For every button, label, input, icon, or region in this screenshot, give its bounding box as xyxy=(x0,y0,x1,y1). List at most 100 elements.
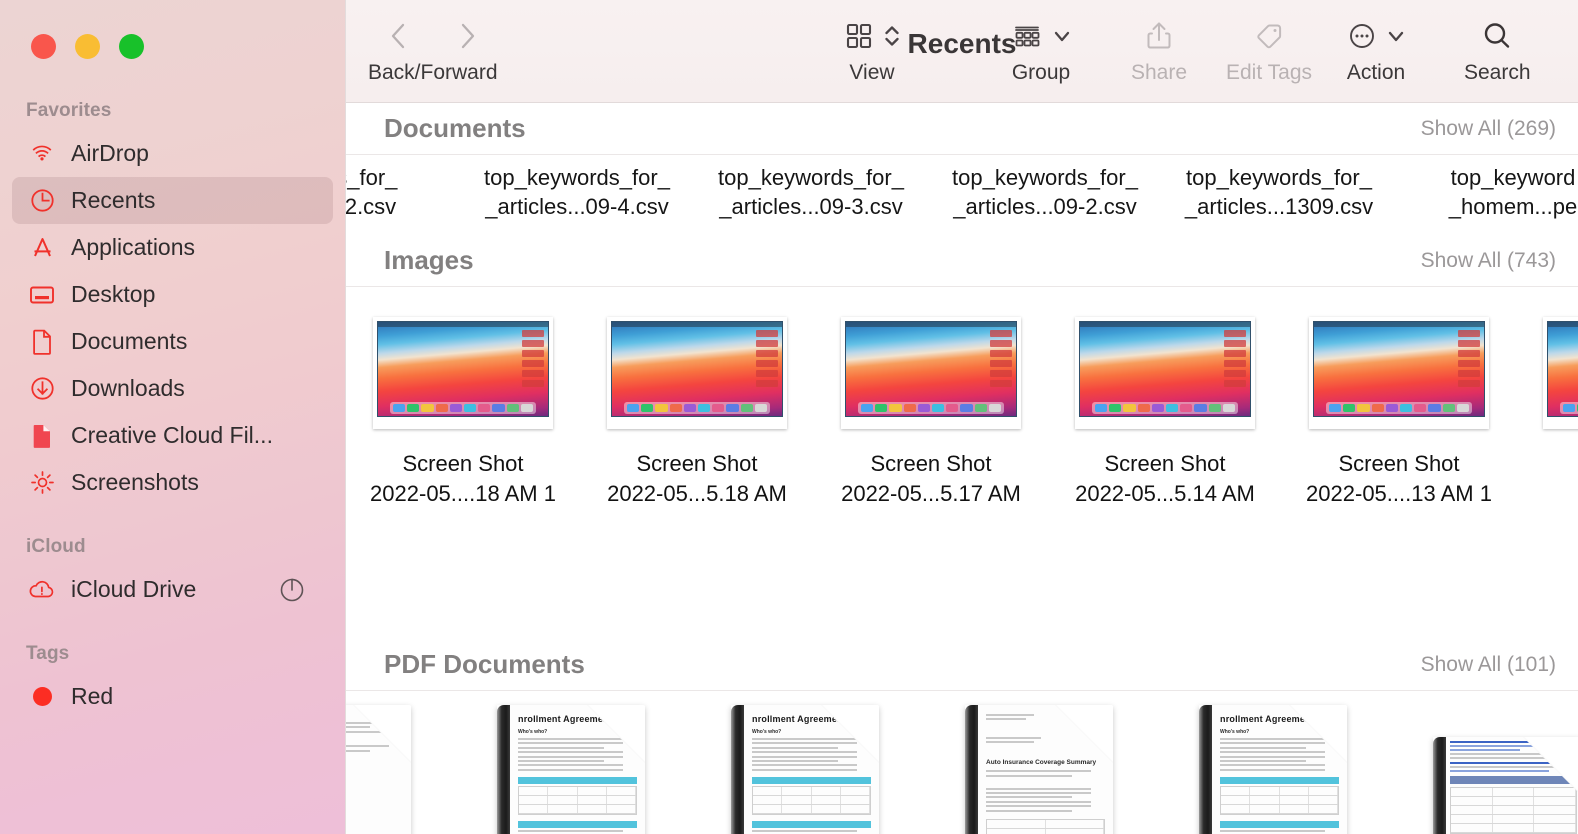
back-forward-label: Back/Forward xyxy=(368,61,498,84)
group-control[interactable]: Group xyxy=(1010,10,1072,83)
sidebar-item-icloud-drive[interactable]: iCloud Drive xyxy=(12,566,333,613)
screenshot-thumbnail[interactable] xyxy=(1309,317,1489,429)
zoom-button[interactable] xyxy=(119,34,144,59)
list-item[interactable]: top_keyword _homem...pe xyxy=(1396,163,1578,221)
file-name-line1: Screen Shot xyxy=(402,451,524,476)
list-item[interactable]: top_keywords_for_ _articles...09-3.csv xyxy=(694,163,928,221)
close-button[interactable] xyxy=(31,34,56,59)
sidebar-item-label: Red xyxy=(71,683,114,709)
icloud-warning-icon xyxy=(26,575,58,605)
pdf-thumbnail[interactable]: nrollment Agreement Who's who? xyxy=(1199,705,1347,834)
file-caption: Screen Shot 2022-05...5.17 AM xyxy=(841,449,1021,510)
pdf-thumbnail[interactable] xyxy=(346,705,411,834)
action-control[interactable]: Action xyxy=(1346,10,1406,83)
macos-wallpaper-preview xyxy=(1547,321,1578,417)
pdf-thumbnail[interactable]: nrollment Agreement Who's who? xyxy=(731,705,879,834)
list-item[interactable]: top_keywords_for_ _articles...09-2.csv xyxy=(928,163,1162,221)
minimize-button[interactable] xyxy=(75,34,100,59)
sidebar-item-label: Screenshots xyxy=(71,469,199,495)
sidebar-item-tag-red[interactable]: Red xyxy=(12,673,333,720)
macos-wallpaper-preview xyxy=(611,321,783,417)
sidebar-item-label: Documents xyxy=(71,328,188,354)
pdf-spine xyxy=(731,705,744,834)
grid-view-icon xyxy=(846,23,872,49)
sidebar-item-label: Recents xyxy=(71,187,156,213)
screenshot-thumbnail[interactable] xyxy=(1075,317,1255,429)
list-item[interactable]: Screen Shot 2022-05....13 AM 1 xyxy=(1282,309,1516,510)
file-caption: Screen Shot 2022-05....18 AM 1 xyxy=(370,449,556,510)
action-ellipsis-icon xyxy=(1350,24,1374,48)
sidebar-item-creative-cloud-files[interactable]: Creative Cloud Fil... xyxy=(12,412,333,459)
pdf-thumbnail[interactable]: Auto Insurance Coverage Summary xyxy=(965,705,1113,834)
tag-dot-icon xyxy=(26,682,58,712)
sidebar-item-recents[interactable]: Recents xyxy=(12,177,333,224)
list-item[interactable]: nrollment Agreement Who's who? xyxy=(454,705,688,834)
action-label: Action xyxy=(1346,61,1406,84)
show-all-images-link[interactable]: Show All (743) xyxy=(1421,249,1556,273)
macos-wallpaper-preview xyxy=(845,321,1017,417)
show-all-documents-link[interactable]: Show All (269) xyxy=(1421,117,1556,141)
sidebar-group-icloud-title: iCloud xyxy=(26,536,86,557)
edit-tags-control[interactable]: Edit Tags xyxy=(1226,10,1312,83)
images-row[interactable]: Screen Shot 2022-05....18 AM 1 Screen Sh… xyxy=(346,287,1578,639)
group-label: Group xyxy=(1011,61,1071,84)
list-item[interactable]: nrollment Agreement Who's who? xyxy=(688,705,922,834)
list-item[interactable]: words_for_ ...ld_-2.csv xyxy=(346,163,460,221)
pdf-thumbnail[interactable] xyxy=(1433,737,1578,834)
applications-icon xyxy=(26,233,58,263)
list-item[interactable] xyxy=(346,705,454,834)
file-name-line2: _articles...09-4.csv xyxy=(485,194,669,220)
file-name-line2: 2022-05...5.18 AM xyxy=(607,481,787,507)
list-item[interactable]: Auto Insurance Coverage Summary xyxy=(922,705,1156,834)
file-name-line1: Screen Shot xyxy=(1338,451,1460,476)
list-item[interactable] xyxy=(1390,705,1578,834)
file-caption: Screen Shot 2022-05....13 AM 1 xyxy=(1306,449,1492,510)
list-item[interactable]: nrollment Agreement Who's who? xyxy=(1156,705,1390,834)
documents-row[interactable]: words_for_ ...ld_-2.csv top_keywords_for… xyxy=(346,155,1578,235)
search-icon xyxy=(1485,23,1510,48)
edit-tags-label: Edit Tags xyxy=(1226,61,1312,84)
edit-tags-glyphs xyxy=(1252,10,1286,62)
screenshot-thumbnail[interactable] xyxy=(607,317,787,429)
file-name-line2: _articles...09-2.csv xyxy=(953,194,1137,220)
sidebar-item-label: Downloads xyxy=(71,375,185,401)
file-name-line1: words_for_ xyxy=(346,165,398,190)
sidebar-item-label: Applications xyxy=(71,234,196,260)
screenshot-thumbnail[interactable] xyxy=(1543,317,1578,429)
search-control[interactable]: Search xyxy=(1464,10,1531,83)
list-item[interactable]: Screen Shot 2022-05...5.14 AM xyxy=(1048,309,1282,510)
sidebar-group-tags-title: Tags xyxy=(26,643,70,664)
screenshot-thumbnail[interactable] xyxy=(841,317,1021,429)
share-icon xyxy=(1147,22,1171,49)
list-item[interactable]: Screen Shot 2022-05....18 AM 1 xyxy=(346,309,580,510)
macos-wallpaper-preview xyxy=(1313,321,1485,417)
pdf-thumbnail[interactable]: nrollment Agreement Who's who? xyxy=(497,705,645,834)
sync-progress-icon[interactable] xyxy=(277,575,307,605)
tag-icon xyxy=(1257,24,1282,49)
list-item[interactable]: top_keywords_for_ _articles...1309.csv xyxy=(1162,163,1396,221)
sidebar-item-applications[interactable]: Applications xyxy=(12,224,333,271)
back-forward-control[interactable]: Back/Forward xyxy=(368,10,498,83)
file-name-line1: top_keywords_for_ xyxy=(1186,165,1372,190)
sidebar-item-downloads[interactable]: Downloads xyxy=(12,365,333,412)
sidebar-item-documents[interactable]: Documents xyxy=(12,318,333,365)
file-name-line1: top_keywords_for_ xyxy=(718,165,904,190)
sidebar: Favorites AirDrop Recents Applications D… xyxy=(0,0,345,834)
pdf-documents-row[interactable]: nrollment Agreement Who's who? nrollment… xyxy=(346,691,1578,834)
sidebar-item-label: Creative Cloud Fil... xyxy=(71,422,273,448)
list-item[interactable]: 20 xyxy=(1516,309,1578,479)
file-name-line2: 2022-05...5.14 AM xyxy=(1075,481,1255,507)
share-control[interactable]: Share xyxy=(1131,10,1187,83)
view-control[interactable]: View xyxy=(843,10,901,83)
show-all-pdf-link[interactable]: Show All (101) xyxy=(1421,653,1556,677)
sidebar-item-desktop[interactable]: Desktop xyxy=(12,271,333,318)
sidebar-item-airdrop[interactable]: AirDrop xyxy=(12,130,333,177)
sidebar-item-screenshots[interactable]: Screenshots xyxy=(12,459,333,506)
downloads-icon xyxy=(26,374,58,404)
screenshot-thumbnail[interactable] xyxy=(373,317,553,429)
list-item[interactable]: top_keywords_for_ _articles...09-4.csv xyxy=(460,163,694,221)
list-item[interactable]: Screen Shot 2022-05...5.18 AM xyxy=(580,309,814,510)
file-name-line2: 2022-05....18 AM 1 xyxy=(370,481,556,507)
search-label: Search xyxy=(1464,61,1531,84)
list-item[interactable]: Screen Shot 2022-05...5.17 AM xyxy=(814,309,1048,510)
